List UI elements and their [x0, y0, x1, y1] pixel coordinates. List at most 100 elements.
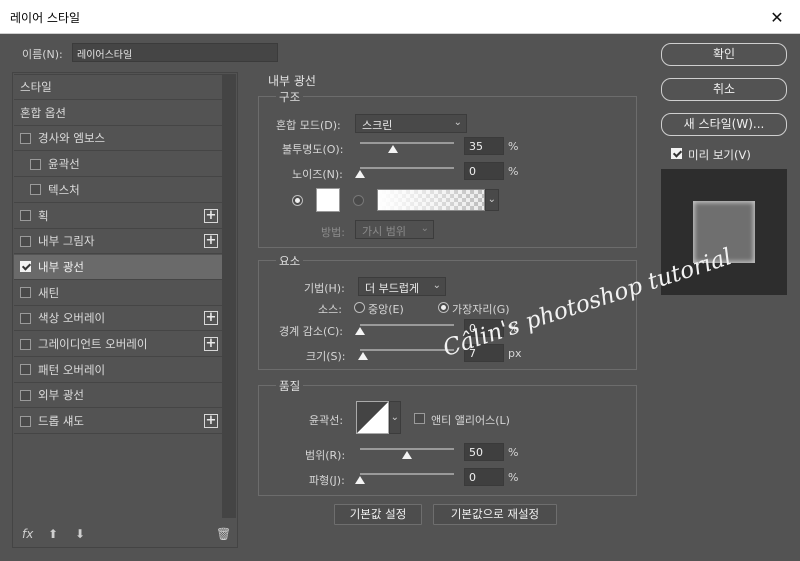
style-list-item[interactable]: 패턴 오버레이 [14, 358, 222, 383]
chevron-down-icon: ⌄ [432, 280, 441, 291]
style-list-item[interactable]: 경사와 엠보스 [14, 126, 222, 152]
style-checkbox[interactable] [20, 287, 31, 299]
style-checkbox[interactable] [20, 415, 31, 427]
style-list-item[interactable]: 텍스처 [14, 178, 222, 203]
cancel-button[interactable]: 취소 [661, 78, 787, 101]
source-center-label[interactable]: 중앙(E) [368, 301, 404, 317]
technique-value: 더 부드럽게 [365, 282, 420, 295]
reset-default-button[interactable]: 기본값으로 재설정 [433, 504, 557, 525]
range-slider[interactable] [360, 448, 454, 450]
contour-dropdown[interactable]: ⌄ [389, 401, 401, 434]
gradient-preview[interactable] [377, 189, 485, 211]
antialias-label[interactable]: 앤티 앨리어스(L) [431, 412, 510, 428]
style-list-item-label: 혼합 옵션 [20, 105, 66, 120]
style-list-item[interactable]: 외부 광선 [14, 383, 222, 409]
size-slider[interactable] [360, 349, 454, 351]
style-list-item-label: 새틴 [38, 285, 60, 300]
opacity-unit: % [508, 140, 519, 153]
style-checkbox[interactable] [20, 312, 31, 324]
solid-color-radio[interactable] [292, 195, 303, 206]
window-title: 레이어 스타일 [10, 11, 81, 25]
style-checkbox[interactable] [20, 132, 31, 144]
noise-input[interactable]: 0 [464, 162, 504, 180]
add-effect-icon[interactable]: + [204, 337, 218, 351]
opacity-slider-thumb[interactable] [387, 145, 398, 153]
style-list-item-label: 스타일 [20, 80, 52, 94]
style-list-item-label: 그레이디언트 오버레이 [38, 337, 148, 351]
size-label: 크기(S): [306, 350, 346, 363]
range-label: 범위(R): [305, 449, 346, 462]
noise-slider-thumb[interactable] [355, 170, 365, 178]
style-list-item[interactable]: 새틴 [14, 281, 222, 306]
opacity-input[interactable]: 35 [464, 137, 504, 155]
contour-graph [357, 402, 388, 433]
style-checkbox[interactable] [30, 184, 41, 196]
method-label: 방법: [321, 226, 345, 239]
technique-select[interactable]: 더 부드럽게 ⌄ [358, 277, 446, 296]
style-checkbox[interactable] [20, 210, 31, 221]
name-input[interactable]: 레이어스타일 [72, 43, 278, 62]
opacity-label: 불투명도(O): [282, 143, 344, 156]
style-list-item[interactable]: 획 + [14, 204, 222, 229]
noise-slider[interactable] [360, 167, 454, 169]
style-list-item[interactable]: 윤곽선 [14, 152, 222, 178]
style-checkbox[interactable] [20, 389, 31, 401]
style-list-item-label: 외부 광선 [38, 388, 84, 403]
style-list-item[interactable]: 혼합 옵션 [14, 101, 222, 126]
contour-preview[interactable] [356, 401, 389, 434]
style-list-item-label: 경사와 엠보스 [38, 131, 106, 146]
gradient-dropdown[interactable]: ⌄ [485, 189, 499, 211]
style-list: 스타일혼합 옵션경사와 엠보스윤곽선 텍스처 획 + 내부 그림자 + 내부 광선새틴색상 … [14, 74, 222, 518]
jitter-slider-thumb[interactable] [355, 476, 365, 484]
opacity-slider[interactable] [360, 142, 454, 144]
range-slider-thumb[interactable] [402, 451, 412, 459]
add-effect-icon[interactable]: + [204, 414, 218, 429]
move-up-icon[interactable]: ⬆ [48, 527, 58, 541]
style-list-item[interactable]: 내부 광선 [14, 254, 222, 280]
add-effect-icon[interactable]: + [204, 311, 218, 326]
make-default-button[interactable]: 기본값 설정 [334, 504, 422, 525]
trash-icon[interactable]: 🗑 [216, 527, 231, 541]
style-checkbox[interactable] [20, 338, 31, 350]
name-label: 이름(N): [22, 48, 63, 61]
antialias-checkbox[interactable] [414, 413, 425, 424]
color-swatch[interactable] [316, 188, 340, 212]
style-list-item[interactable]: 색상 오버레이 + [14, 306, 222, 332]
add-effect-icon[interactable]: + [204, 234, 218, 249]
elements-title: 요소 [276, 253, 304, 269]
jitter-input[interactable]: 0 [464, 468, 504, 486]
source-edge-label[interactable]: 가장자리(G) [452, 301, 510, 317]
chevron-down-icon: ⌄ [420, 223, 429, 234]
source-edge-radio[interactable] [438, 302, 449, 313]
style-list-item-label: 색상 오버레이 [38, 311, 106, 326]
structure-title: 구조 [276, 89, 304, 105]
jitter-slider[interactable] [360, 473, 454, 475]
move-down-icon[interactable]: ⬇ [75, 527, 85, 541]
style-checkbox[interactable] [20, 364, 31, 376]
style-list-item-label: 드롭 섀도 [38, 414, 84, 429]
style-list-item[interactable]: 드롭 섀도 + [14, 409, 222, 435]
style-checkbox[interactable] [20, 261, 31, 273]
blend-mode-select[interactable]: 스크린 ⌄ [355, 114, 467, 133]
close-icon[interactable]: ✕ [754, 0, 800, 34]
gradient-radio[interactable] [353, 195, 364, 206]
preview-label[interactable]: 미리 보기(V) [688, 147, 751, 163]
style-list-item[interactable]: 스타일 [14, 75, 222, 100]
style-list-scrollbar[interactable] [222, 74, 236, 518]
size-slider-thumb[interactable] [357, 352, 368, 360]
ok-button[interactable]: 확인 [661, 43, 787, 66]
range-input[interactable]: 50 [464, 443, 504, 461]
preview-checkbox[interactable] [671, 148, 682, 159]
add-effect-icon[interactable]: + [204, 208, 218, 223]
chevron-down-icon: ⌄ [487, 194, 496, 205]
style-checkbox[interactable] [20, 235, 31, 247]
choke-slider[interactable] [360, 324, 454, 326]
style-checkbox[interactable] [30, 158, 41, 170]
style-list-item[interactable]: 내부 그림자 + [14, 229, 222, 255]
fx-icon[interactable]: fx [22, 527, 33, 541]
noise-unit: % [508, 165, 519, 178]
style-list-item[interactable]: 그레이디언트 오버레이 + [14, 332, 222, 357]
choke-slider-thumb[interactable] [355, 327, 365, 335]
new-style-button[interactable]: 새 스타일(W)... [661, 113, 787, 136]
source-center-radio[interactable] [354, 302, 365, 313]
